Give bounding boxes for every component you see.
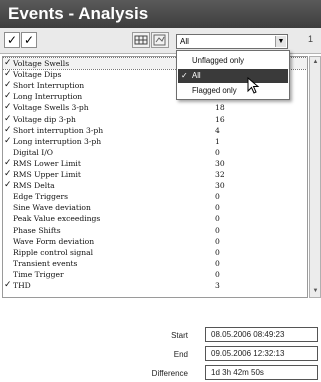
- event-count: 0: [215, 236, 220, 246]
- window-title: Events - Analysis: [0, 0, 321, 28]
- event-checkbox[interactable]: ✓: [4, 91, 13, 102]
- event-row[interactable]: Ripple control signal 0: [3, 247, 307, 258]
- end-field[interactable]: 09.05.2006 12:32:13: [205, 346, 318, 361]
- check-all-button[interactable]: ✓: [4, 32, 20, 48]
- event-name: Voltage dip 3-ph: [13, 114, 76, 124]
- event-count: 18: [215, 103, 225, 113]
- event-count: 3: [215, 281, 220, 290]
- event-name: Short Interruption: [13, 81, 85, 91]
- time-range-panel: Start 08.05.2006 08:49:23 End 09.05.2006…: [0, 300, 321, 382]
- event-checkbox[interactable]: ✓: [4, 69, 13, 80]
- event-name: Long Interruption: [13, 92, 83, 102]
- event-checkbox[interactable]: ✓: [4, 169, 13, 180]
- start-field[interactable]: 08.05.2006 08:49:23: [205, 327, 318, 342]
- filter-menu-label: All: [192, 71, 201, 80]
- event-checkbox[interactable]: ✓: [4, 114, 13, 125]
- event-count: 0: [215, 269, 220, 279]
- event-row[interactable]: Edge Triggers 0: [3, 191, 307, 202]
- event-row[interactable]: Transient events 0: [3, 258, 307, 269]
- event-row[interactable]: Time Trigger 0: [3, 269, 307, 280]
- event-row[interactable]: ✓ RMS Lower Limit 30: [3, 158, 307, 169]
- event-count: 0: [215, 192, 220, 202]
- event-name: RMS Lower Limit: [13, 158, 81, 168]
- event-checkbox[interactable]: ✓: [4, 180, 13, 191]
- event-name: Long interruption 3-ph: [13, 136, 102, 146]
- event-count: 16: [215, 114, 225, 124]
- event-name: Sine Wave deviation: [13, 203, 91, 213]
- event-row[interactable]: ✓ Voltage Swells 3-ph 18: [3, 102, 307, 113]
- event-row[interactable]: ✓ RMS Upper Limit 32: [3, 169, 307, 180]
- grid-view-icon[interactable]: [132, 32, 150, 48]
- checkmark-icon: ✓: [181, 71, 188, 80]
- event-row[interactable]: ✓ Long interruption 3-ph 1: [3, 136, 307, 147]
- event-count: 0: [215, 203, 220, 213]
- event-name: Peak Value exceedings: [13, 214, 101, 224]
- event-row[interactable]: Digital I/O 0: [3, 147, 307, 158]
- scroll-up-icon[interactable]: ▲: [311, 58, 320, 67]
- event-name: Digital I/O: [13, 147, 54, 157]
- event-count: 1: [215, 136, 220, 146]
- event-count: 0: [215, 225, 220, 235]
- flag-filter-select[interactable]: All ▼: [176, 34, 288, 49]
- event-name: Edge Triggers: [13, 192, 69, 202]
- end-label: End: [173, 350, 188, 359]
- event-row[interactable]: Wave Form deviation 0: [3, 236, 307, 247]
- difference-field: 1d 3h 42m 50s: [205, 365, 318, 380]
- event-name: Wave Form deviation: [13, 236, 95, 246]
- event-row[interactable]: ✓ Short interruption 3-ph 4: [3, 125, 307, 136]
- event-row[interactable]: Phase Shifts 0: [3, 225, 307, 236]
- event-count: 0: [215, 258, 220, 268]
- event-name: Phase Shifts: [13, 225, 61, 235]
- event-name: THD: [13, 281, 31, 290]
- event-checkbox[interactable]: ✓: [4, 102, 13, 113]
- event-row[interactable]: ✓ RMS Delta 30: [3, 180, 307, 191]
- event-list-scrollbar[interactable]: ▲ ▼: [309, 56, 321, 298]
- event-name: Short interruption 3-ph: [13, 125, 104, 135]
- event-count: 30: [215, 158, 225, 168]
- event-name: Voltage Dips: [13, 70, 62, 80]
- event-name: Voltage Swells 3-ph: [13, 103, 89, 113]
- mouse-pointer-icon: [247, 77, 260, 94]
- event-name: RMS Upper Limit: [13, 170, 81, 179]
- event-count: 30: [215, 181, 225, 191]
- event-name: Time Trigger: [13, 269, 64, 279]
- filter-menu-label: Unflagged only: [192, 56, 245, 65]
- event-checkbox[interactable]: ✓: [4, 136, 13, 147]
- event-name: Voltage Swells: [13, 59, 70, 68]
- toolbar-overflow-label: 1: [308, 34, 314, 44]
- event-name: RMS Delta: [13, 181, 55, 191]
- event-checkbox[interactable]: ✓: [4, 280, 13, 291]
- filter-menu-label: Flagged only: [192, 86, 237, 95]
- scroll-down-icon[interactable]: ▼: [311, 287, 320, 296]
- difference-label: Difference: [151, 369, 188, 378]
- start-label: Start: [171, 331, 188, 340]
- flag-filter-menu: Unflagged only ✓ All Flagged only: [176, 50, 290, 100]
- event-row[interactable]: ✓ THD 3: [3, 280, 307, 291]
- filter-menu-item[interactable]: ✓ All: [178, 69, 288, 83]
- event-count: 0: [215, 247, 220, 257]
- event-count: 32: [215, 170, 225, 179]
- event-row[interactable]: Sine Wave deviation 0: [3, 202, 307, 213]
- event-name: Ripple control signal: [13, 247, 94, 257]
- event-count: 0: [215, 147, 220, 157]
- filter-menu-item[interactable]: Unflagged only: [178, 54, 288, 68]
- event-checkbox[interactable]: ✓: [4, 125, 13, 136]
- flag-filter-value: All: [180, 37, 189, 46]
- flag-filter-icon[interactable]: [151, 32, 169, 48]
- event-checkbox[interactable]: ✓: [4, 58, 13, 69]
- filter-menu-item[interactable]: Flagged only: [178, 84, 288, 98]
- event-checkbox[interactable]: ✓: [4, 80, 13, 91]
- event-count: 0: [215, 214, 220, 224]
- event-row[interactable]: Peak Value exceedings 0: [3, 213, 307, 224]
- event-count: 4: [215, 125, 220, 135]
- event-row[interactable]: ✓ Voltage dip 3-ph 16: [3, 114, 307, 125]
- chevron-down-icon[interactable]: ▼: [275, 36, 286, 47]
- event-checkbox[interactable]: ✓: [4, 158, 13, 169]
- check-single-button[interactable]: ✓: [21, 32, 37, 48]
- event-name: Transient events: [13, 258, 78, 268]
